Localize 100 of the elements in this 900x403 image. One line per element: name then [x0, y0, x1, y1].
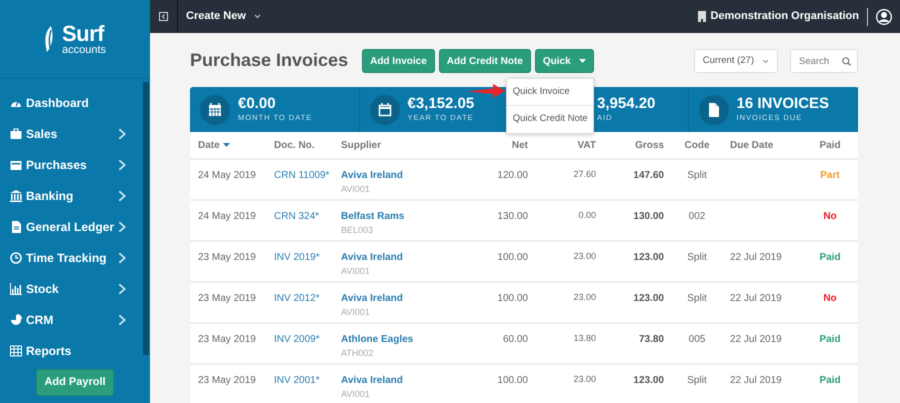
- column-header[interactable]: Date: [190, 132, 266, 159]
- table-cell: 123.00: [633, 375, 664, 386]
- supplier-link[interactable]: Athlone Eagles: [341, 334, 414, 345]
- stat-value: €3,152.05: [408, 96, 474, 112]
- create-new-menu[interactable]: Create New: [186, 8, 261, 25]
- pointer-arrow: [466, 83, 505, 99]
- table-cell: 23 May 2019: [198, 252, 256, 263]
- table-cell: 23.00: [573, 292, 596, 302]
- table-cell: Split: [687, 293, 707, 304]
- supplier-code: AVI001: [341, 306, 371, 319]
- menu-item-icon: [10, 128, 22, 140]
- table-cell: 23 May 2019: [198, 334, 256, 345]
- supplier-link[interactable]: Aviva Ireland: [341, 293, 403, 304]
- supplier-link[interactable]: Aviva Ireland: [341, 170, 403, 181]
- supplier-code: BEL003: [341, 224, 374, 237]
- paid-status: No: [823, 211, 837, 222]
- add-payroll-button[interactable]: Add Payroll: [36, 369, 114, 396]
- logo-tagline: accounts: [62, 44, 106, 56]
- table-cell: 22 Jul 2019: [730, 293, 782, 304]
- stat-value: 16 INVOICES: [736, 96, 830, 112]
- table-cell: 13.80: [573, 333, 596, 343]
- sidebar-item[interactable]: Stock: [0, 273, 140, 304]
- table-cell: 60.00: [502, 334, 528, 345]
- table-cell: 23.00: [573, 374, 596, 384]
- document-link[interactable]: INV 2012*: [274, 293, 320, 304]
- menu-item-icon: [10, 282, 22, 294]
- sidebar-item[interactable]: Dashboard: [0, 87, 140, 118]
- table-cell: Split: [687, 252, 707, 263]
- paid-status: Paid: [819, 334, 841, 345]
- menu-item-icon: [10, 158, 22, 170]
- column-header[interactable]: Gross: [604, 132, 672, 159]
- sidebar-item[interactable]: Banking: [0, 180, 140, 211]
- caret-icon: [254, 14, 261, 19]
- table-cell: 24 May 2019: [198, 170, 256, 181]
- document-link[interactable]: INV 2019*: [274, 252, 320, 263]
- supplier-code: AVI001: [341, 183, 371, 196]
- column-header[interactable]: Paid: [802, 132, 858, 159]
- menu-item-icon: [10, 190, 22, 202]
- document-link[interactable]: INV 2001*: [274, 375, 320, 386]
- supplier-code: ATH002: [341, 347, 374, 360]
- column-header[interactable]: Due Date: [722, 132, 802, 159]
- table-cell: 130.00: [633, 211, 664, 222]
- action-button[interactable]: Add Invoice: [362, 49, 435, 73]
- scrollbar[interactable]: [143, 82, 149, 355]
- table-cell: 120.00: [497, 170, 528, 181]
- search-icon: [842, 57, 851, 66]
- table-cell: 22 Jul 2019: [730, 252, 782, 263]
- document-icon: [706, 102, 720, 116]
- stat-value: 3,954.20: [597, 96, 656, 112]
- table-cell: 24 May 2019: [198, 211, 256, 222]
- sidebar-item[interactable]: CRM: [0, 304, 140, 335]
- table-cell: 123.00: [633, 252, 664, 263]
- caret-icon: [762, 58, 769, 64]
- table-cell: 22 Jul 2019: [730, 334, 782, 345]
- sidebar-item[interactable]: General Ledger: [0, 211, 140, 242]
- supplier-link[interactable]: Aviva Ireland: [341, 375, 403, 386]
- supplier-link[interactable]: Aviva Ireland: [341, 252, 403, 263]
- supplier-link[interactable]: Belfast Rams: [341, 211, 404, 222]
- quick-dropdown-button[interactable]: Quick: [534, 49, 594, 73]
- paid-status: Paid: [819, 375, 841, 386]
- table-cell: 130.00: [497, 211, 528, 222]
- table-cell: 100.00: [497, 252, 528, 263]
- table-cell: 123.00: [633, 293, 664, 304]
- stat-value: €0.00: [238, 96, 277, 112]
- table-cell: 23.00: [573, 251, 596, 261]
- calendar-icon: [208, 102, 222, 116]
- menu-item-icon: [10, 220, 22, 232]
- supplier-code: AVI001: [341, 388, 371, 401]
- table-cell: 147.60: [633, 170, 664, 181]
- table-cell: 23 May 2019: [198, 375, 256, 386]
- column-header[interactable]: Doc. No.: [266, 132, 333, 159]
- menu-item-icon: [10, 252, 22, 264]
- document-link[interactable]: CRN 11009*: [274, 170, 330, 181]
- sidebar-item[interactable]: Purchases: [0, 149, 140, 180]
- paid-status: Paid: [819, 252, 841, 263]
- user-avatar-icon[interactable]: [876, 8, 892, 24]
- organisation-name[interactable]: Demonstration Organisation: [710, 8, 859, 25]
- table-cell: 100.00: [497, 375, 528, 386]
- sidebar-item[interactable]: Sales: [0, 118, 140, 149]
- menu-item-icon: [10, 314, 22, 326]
- table-cell: 0.00: [578, 210, 596, 220]
- search-field[interactable]: Search: [790, 49, 858, 73]
- sidebar-item[interactable]: Time Tracking: [0, 242, 140, 273]
- filter-dropdown[interactable]: Current (27): [694, 49, 778, 73]
- paid-status: Part: [820, 170, 840, 181]
- document-link[interactable]: INV 2009*: [274, 334, 320, 345]
- action-button[interactable]: Add Credit Note: [438, 49, 531, 73]
- table-cell: Split: [687, 375, 707, 386]
- sidebar-item[interactable]: Reports: [0, 335, 140, 366]
- column-header[interactable]: Supplier: [333, 132, 466, 159]
- table-cell: 002: [688, 211, 706, 222]
- column-header[interactable]: Net: [466, 132, 536, 159]
- column-header[interactable]: VAT: [536, 132, 604, 159]
- table-cell: 23 May 2019: [198, 293, 256, 304]
- dropdown-item[interactable]: Quick Invoice: [506, 79, 593, 106]
- sidebar-toggle-icon[interactable]: [159, 12, 168, 21]
- column-header[interactable]: Code: [672, 132, 722, 159]
- document-link[interactable]: CRN 324*: [274, 211, 320, 222]
- paid-status: No: [823, 293, 837, 304]
- logo-wordmark: Surf: [62, 22, 106, 44]
